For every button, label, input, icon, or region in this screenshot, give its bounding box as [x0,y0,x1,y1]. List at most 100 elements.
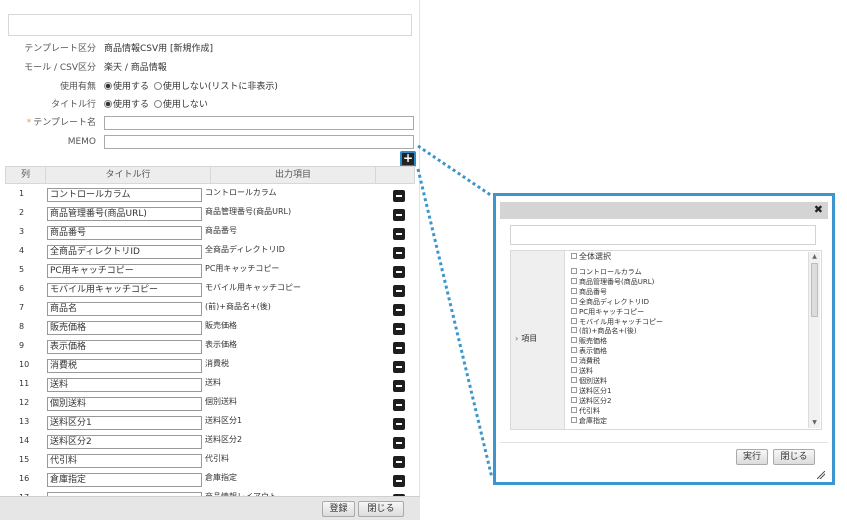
checkbox[interactable] [571,253,577,259]
dialog-list-item[interactable]: 全商品ディレクトリID [571,297,649,306]
table-row: 4 全商品ディレクトリID 全商品ディレクトリID [5,242,415,261]
checkbox[interactable] [571,347,577,354]
dialog-list-item[interactable]: PC用キャッチコピー [571,307,644,316]
enabled-off-label[interactable]: 使用しない(リストに非表示) [163,82,278,92]
dialog-list-item[interactable]: 倉庫指定 [571,416,607,425]
dialog-list-item[interactable]: 表示価格 [571,347,607,355]
dialog-scrollbar[interactable]: ▲ ▼ [808,252,820,428]
row-title-input[interactable]: 個別送料 [47,397,202,411]
row-title-input[interactable]: 送料区分2 [47,435,202,449]
checkbox[interactable] [571,287,577,294]
title-row-on-label[interactable]: 使用する [113,100,149,110]
dialog-list-item[interactable]: モバイル用キャッチコピー [571,317,663,326]
minus-icon[interactable] [393,361,405,373]
dialog-list-item[interactable]: 送料区分1 [571,386,611,395]
row-number: 2 [19,208,25,217]
row-title-input[interactable]: 販売価格 [47,321,202,335]
enabled-on-radio[interactable] [104,82,112,90]
dialog-list-item[interactable]: 代引料 [571,406,600,415]
minus-icon[interactable] [393,209,405,221]
checkbox[interactable] [571,268,577,274]
minus-icon[interactable] [393,247,405,259]
register-button[interactable]: 登録 [322,501,355,517]
row-title-input[interactable]: 送料区分1 [47,416,202,430]
minus-icon[interactable] [393,456,405,468]
minus-icon[interactable] [393,342,405,354]
dialog-list-item[interactable]: 商品番号 [571,287,607,296]
scroll-thumb[interactable] [811,263,818,317]
enabled-off-radio[interactable] [153,82,162,90]
dialog-footer: 実行 閉じる [500,442,828,482]
scroll-down-icon[interactable]: ▼ [809,419,820,427]
minus-icon[interactable] [393,323,405,335]
checkbox[interactable] [571,367,577,373]
dialog-list-item[interactable]: 消費税 [571,357,600,365]
dialog-list-item[interactable]: 商品管理番号(商品URL) [571,277,654,286]
dialog-close-button[interactable]: 閉じる [773,449,815,465]
add-item-button[interactable]: + [400,151,416,167]
row-title-input[interactable]: コントロールカラム [47,188,202,202]
run-button[interactable]: 実行 [736,449,768,465]
checkbox[interactable] [571,416,577,423]
dialog-list-item[interactable]: コントロールカラム [571,268,642,276]
dialog-list-item[interactable]: 販売価格 [571,337,607,345]
checkbox[interactable] [571,396,577,403]
dialog-list-item[interactable]: 個別送料 [571,376,607,385]
select-all-checkbox-row[interactable]: 全体選択 [571,252,611,262]
enabled-on-label[interactable]: 使用する [113,82,149,92]
row-title-input[interactable]: 消費税 [47,359,202,373]
minus-icon[interactable] [393,266,405,278]
dialog-list-item[interactable]: 送料区分2 [571,396,611,405]
title-row-on-radio[interactable] [104,100,112,108]
minus-icon[interactable] [393,228,405,240]
minus-icon[interactable] [393,399,405,411]
title-row-off-radio[interactable] [153,100,162,108]
checkbox[interactable] [571,327,577,334]
table-row: 2 商品管理番号(商品URL) 商品管理番号(商品URL) [5,204,415,223]
checkbox[interactable] [571,307,577,314]
title-row-off-label[interactable]: 使用しない [163,100,208,110]
memo-input[interactable] [104,135,414,149]
dialog-search-input[interactable] [510,225,816,245]
connector-line-top [417,144,493,198]
row-title-input[interactable]: 全商品ディレクトリID [47,245,202,259]
checkbox[interactable] [571,277,577,284]
dialog-list-item[interactable]: 送料 [571,367,593,375]
row-title-input[interactable]: 表示価格 [47,340,202,354]
row-title-input[interactable]: 送料 [47,378,202,392]
close-button[interactable]: 閉じる [358,501,404,517]
row-output-item: 販売価格 [205,321,237,330]
dialog-list-item[interactable]: (前)+商品名+(後) [571,327,637,335]
dialog-titlebar[interactable]: ✖ [500,202,828,219]
row-number: 8 [19,322,25,331]
checkbox[interactable] [571,386,577,393]
minus-icon[interactable] [393,418,405,430]
row-title-input[interactable]: 商品番号 [47,226,202,240]
row-title-input[interactable]: 商品管理番号(商品URL) [47,207,202,221]
row-title-input[interactable]: 代引料 [47,454,202,468]
checkbox[interactable] [571,337,577,344]
resize-grip-icon[interactable] [817,471,825,479]
template-name-input[interactable] [104,116,414,130]
checkbox[interactable] [571,357,577,364]
minus-icon[interactable] [393,475,405,487]
minus-icon[interactable] [393,285,405,297]
minus-icon[interactable] [393,304,405,316]
minus-icon[interactable] [393,190,405,202]
enabled-label: 使用有無 [59,82,96,92]
row-title-input[interactable]: 倉庫指定 [47,473,202,487]
template-name-label-text: テンプレート名 [33,118,96,128]
close-icon[interactable]: ✖ [814,203,823,217]
col-output-header: 出力項目 [211,167,376,183]
checkbox[interactable] [571,297,577,304]
minus-icon[interactable] [393,437,405,449]
row-title-input[interactable]: 商品名 [47,302,202,316]
row-title-input[interactable]: モバイル用キャッチコピー [47,283,202,297]
row-output-item: 代引料 [205,454,229,463]
checkbox[interactable] [571,317,577,324]
row-title-input[interactable]: PC用キャッチコピー [47,264,202,278]
checkbox[interactable] [571,376,577,383]
minus-icon[interactable] [393,380,405,392]
checkbox[interactable] [571,406,577,413]
scroll-up-icon[interactable]: ▲ [809,253,820,261]
